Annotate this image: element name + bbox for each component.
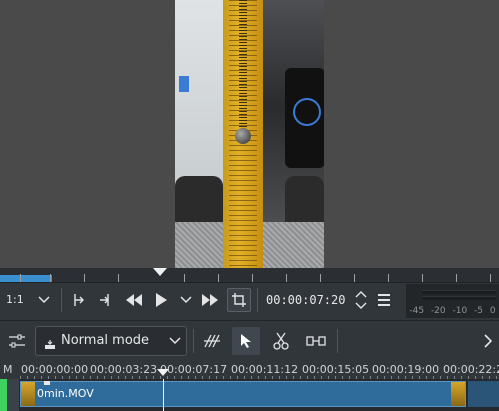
ruler-timecode: 00:00:15:05 xyxy=(302,363,370,376)
track-active-indicator[interactable] xyxy=(0,379,7,411)
clip-start-thumbnail xyxy=(21,382,35,406)
edit-mode-select[interactable]: Normal mode xyxy=(35,326,187,356)
timeline-clip[interactable]: 0min.MOV xyxy=(20,381,466,407)
track-settings-icon[interactable] xyxy=(8,332,26,350)
clip-marker xyxy=(44,381,50,385)
video-frame xyxy=(175,0,324,268)
meter-scale-label: -10 xyxy=(452,306,468,316)
ruler-timecode: 00:00:19:00 xyxy=(372,363,440,376)
playhead-line xyxy=(163,379,164,411)
timecode-spin-icon[interactable] xyxy=(354,289,368,311)
track-header-label: M xyxy=(3,363,13,376)
select-tool-icon[interactable] xyxy=(232,327,260,355)
monitor-playhead[interactable] xyxy=(153,268,167,276)
crop-icon[interactable] xyxy=(227,288,251,312)
timeline-ruler[interactable]: M 00:00:00:00 00:00:03:23 00:00:07:17 00… xyxy=(0,361,499,379)
ruler-timecode: 00:00:00:00 xyxy=(21,363,89,376)
clip-name: 0min.MOV xyxy=(37,387,94,400)
normal-mode-icon xyxy=(45,335,55,354)
phone-in-scene xyxy=(285,68,324,168)
spacer-tool-icon[interactable] xyxy=(202,331,222,351)
clip-end-thumbnail xyxy=(451,382,465,406)
track-head[interactable] xyxy=(7,379,19,411)
monitor-ruler[interactable] xyxy=(0,268,499,283)
audio-meter: -45 -20 -10 -5 0 xyxy=(406,284,499,318)
zoom-dropdown-icon[interactable] xyxy=(36,292,52,308)
menu-icon[interactable] xyxy=(376,292,392,308)
spring xyxy=(239,0,247,132)
ruler-timecode: 00:00:07:17 xyxy=(160,363,228,376)
meter-scale-label: 0 xyxy=(489,306,496,316)
chevron-down-icon xyxy=(168,331,182,353)
meter-scale-label: -20 xyxy=(430,306,446,316)
meter-scale-label: -45 xyxy=(409,306,425,316)
clip-monitor xyxy=(0,0,499,268)
play-icon[interactable] xyxy=(153,292,169,308)
timecode-display[interactable]: 00:00:07:20 xyxy=(266,293,345,307)
timeline-playhead[interactable] xyxy=(157,369,169,376)
meter-scale-label: -5 xyxy=(474,306,483,316)
forward-icon[interactable] xyxy=(200,292,220,308)
set-out-point-icon[interactable] xyxy=(97,292,113,308)
video-track: 0min.MOV xyxy=(0,379,499,411)
zone-bar[interactable] xyxy=(0,275,52,282)
razor-tool-icon[interactable] xyxy=(271,331,291,351)
zoom-label[interactable]: 1:1 xyxy=(6,293,24,306)
ruler-timecode: 00:00:22:24 xyxy=(443,363,499,376)
multicam-tool-icon[interactable] xyxy=(304,331,328,351)
chevron-right-icon[interactable] xyxy=(480,331,496,351)
timeline-toolbar: Normal mode xyxy=(0,320,499,361)
pendulum-bob xyxy=(235,128,251,144)
ruler-timecode: 00:00:03:23 xyxy=(90,363,158,376)
play-options-chevron-icon[interactable] xyxy=(178,292,194,308)
set-in-point-icon[interactable] xyxy=(70,292,86,308)
rewind-icon[interactable] xyxy=(124,292,144,308)
edit-mode-label: Normal mode xyxy=(61,333,150,348)
ruler-timecode: 00:00:11:12 xyxy=(231,363,299,376)
